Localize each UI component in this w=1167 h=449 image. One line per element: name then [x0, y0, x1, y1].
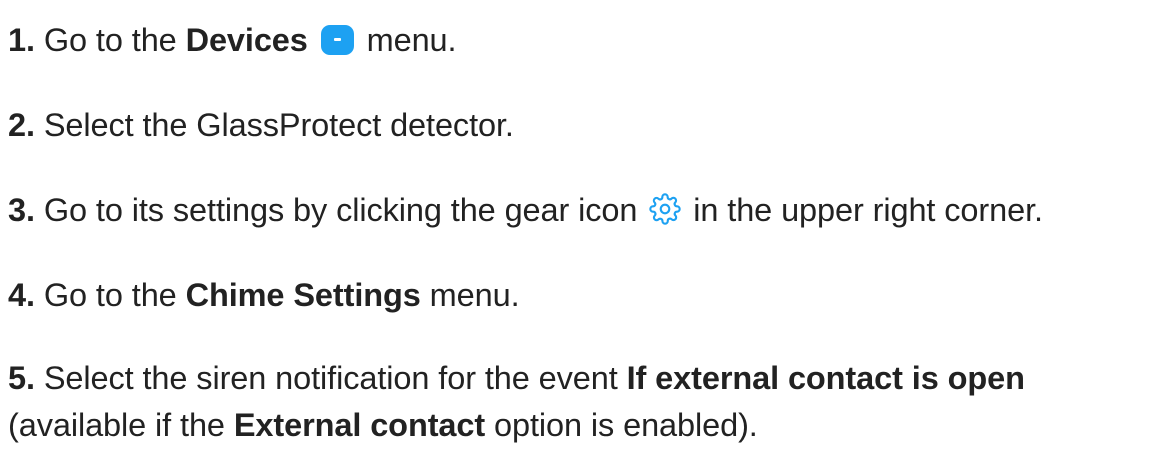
step-number: 3.	[8, 192, 35, 228]
devices-icon	[320, 25, 354, 55]
step-text: menu.	[420, 277, 520, 313]
devices-menu-label: Devices	[185, 22, 308, 58]
step-2: 2. Select the GlassProtect detector.	[8, 102, 514, 149]
step-text: option is enabled).	[485, 407, 758, 443]
step-text: Go to the	[43, 22, 186, 58]
step-number: 1.	[8, 22, 35, 58]
step-number: 4.	[8, 277, 35, 313]
step-number: 2.	[8, 107, 35, 143]
step-text: Select the GlassProtect detector.	[43, 107, 514, 143]
step-text: menu.	[357, 22, 457, 58]
step-3: 3. Go to its settings by clicking the ge…	[8, 187, 1043, 234]
step-text: Go to its settings by clicking the gear …	[43, 192, 647, 228]
step-text: (available if the	[8, 407, 234, 443]
chime-settings-menu-label: Chime Settings	[185, 277, 421, 313]
event-name: If external contact is open	[626, 360, 1025, 396]
step-4: 4. Go to the Chime Settings menu.	[8, 272, 520, 319]
step-text: Go to the	[43, 277, 186, 313]
option-name: External contact	[233, 407, 486, 443]
step-text: Select the siren notification for the ev…	[43, 360, 627, 396]
step-text: in the upper right corner.	[684, 192, 1043, 228]
step-1: 1. Go to the Devices menu.	[8, 17, 457, 64]
gear-icon	[649, 193, 681, 225]
step-5: 5. Select the siren notification for the…	[8, 355, 1163, 449]
step-number: 5.	[8, 360, 35, 396]
